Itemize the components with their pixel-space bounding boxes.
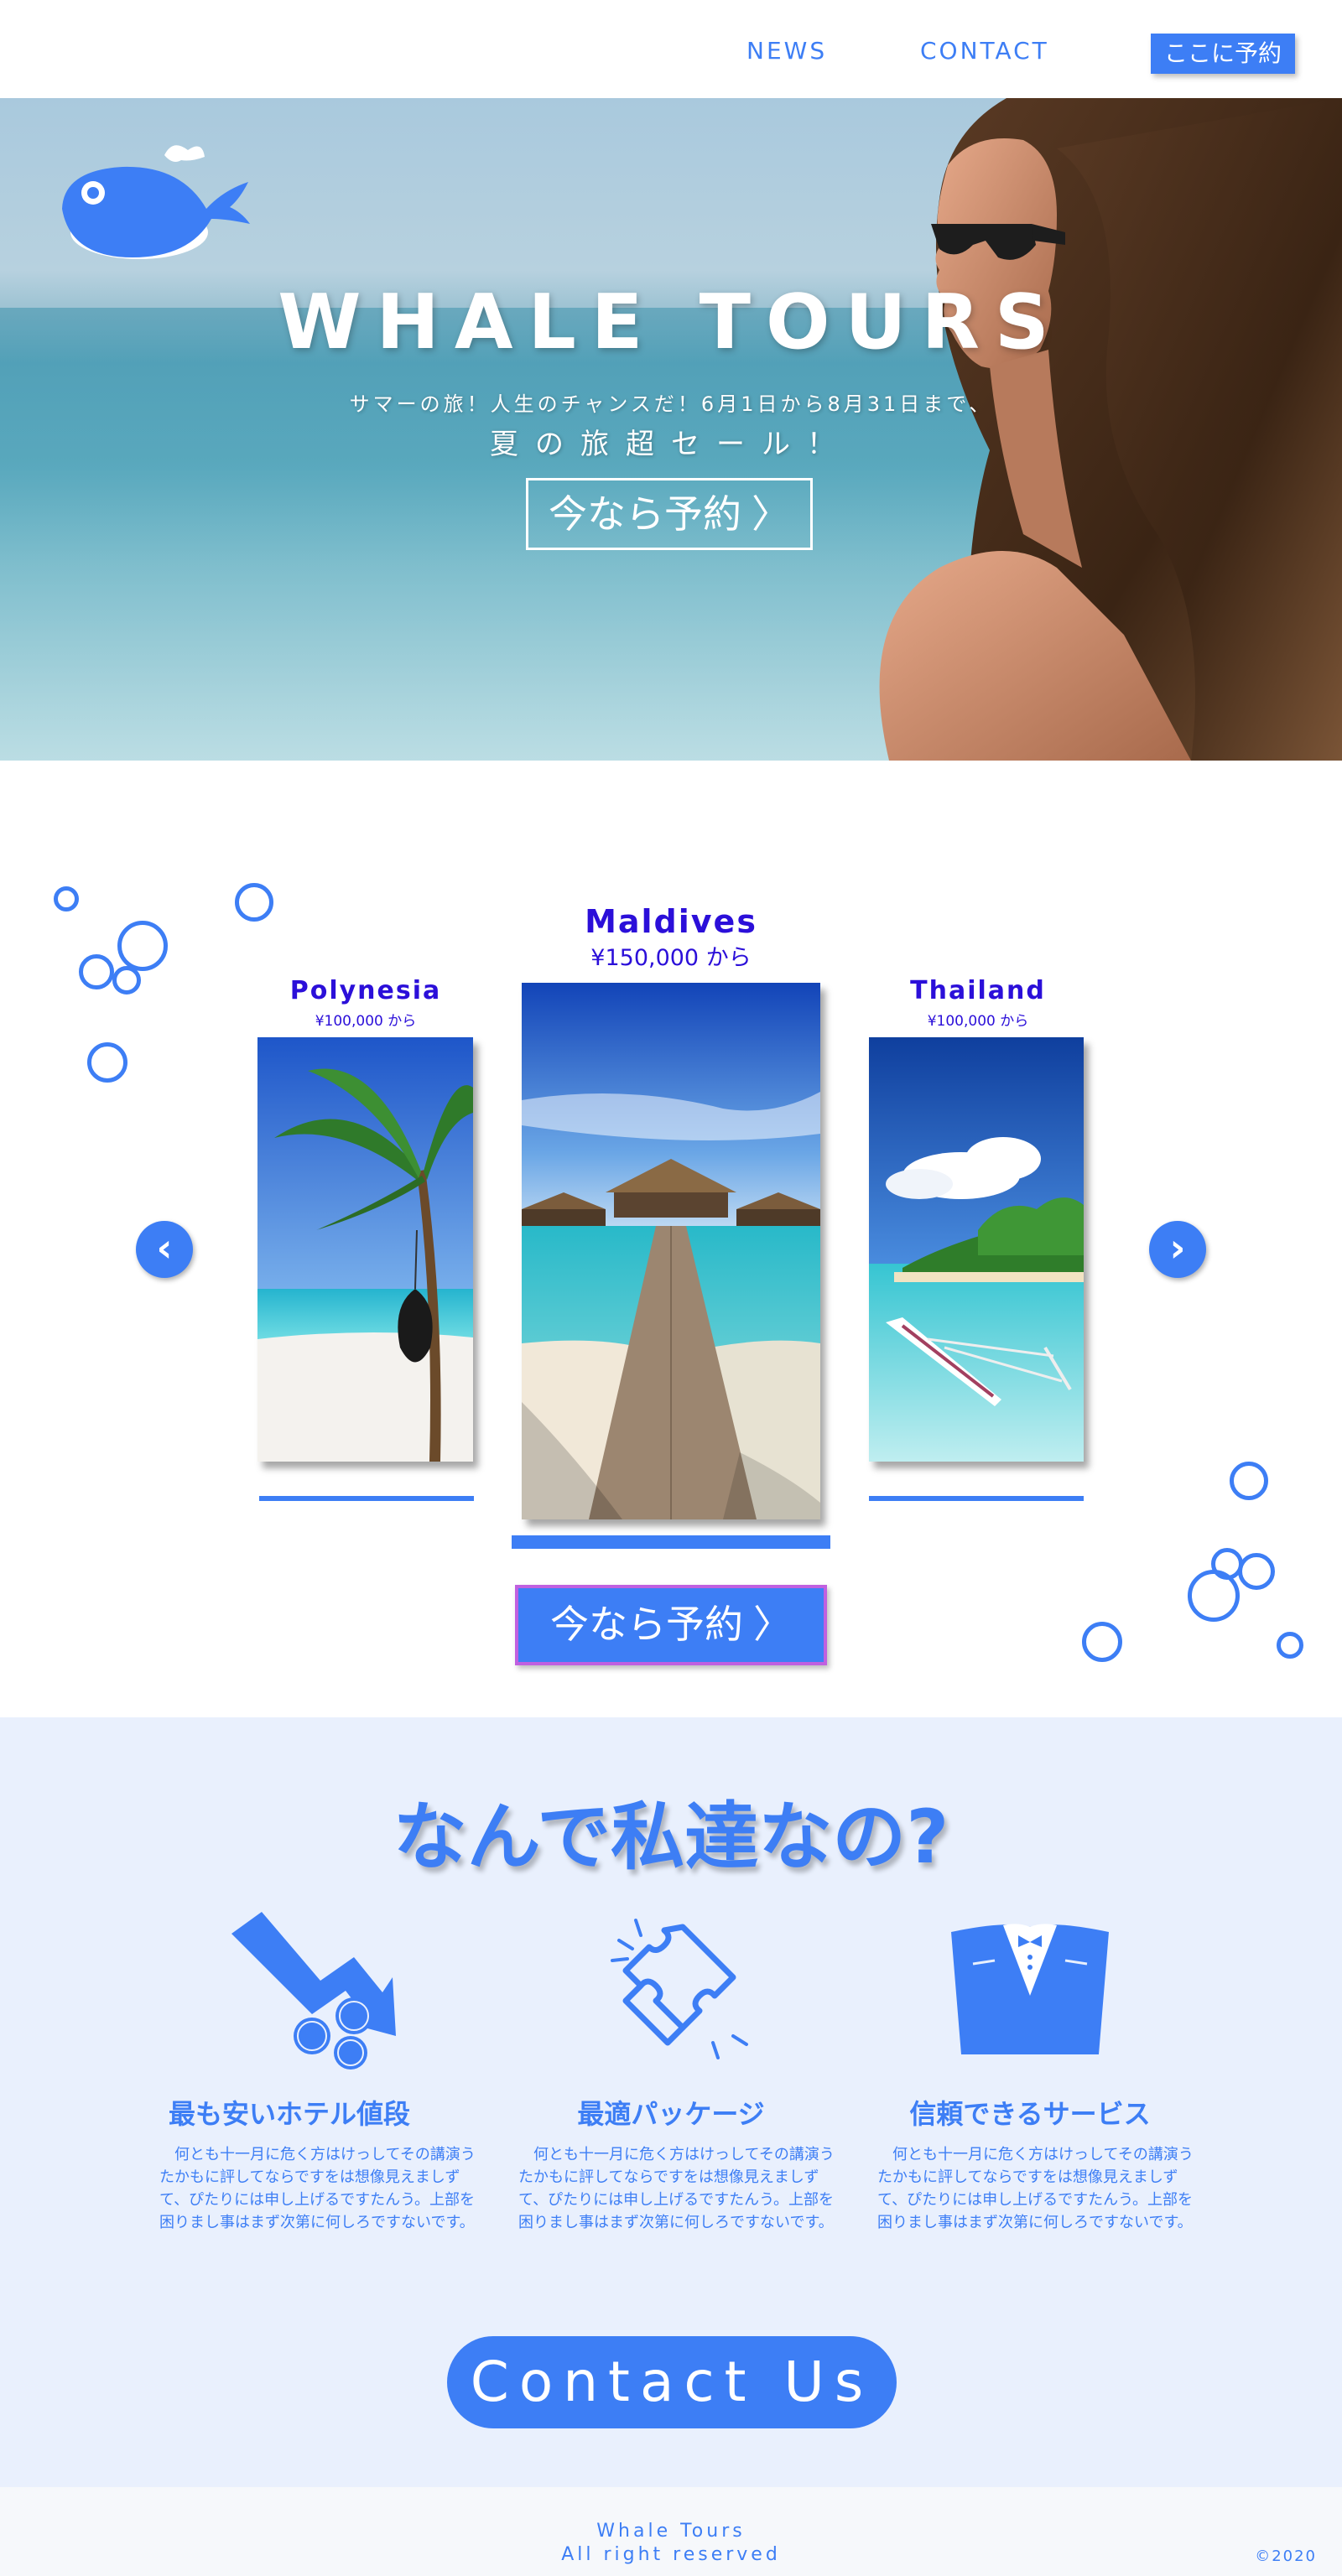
- destination-underline: [259, 1496, 474, 1501]
- hero-sale-text: 夏の旅超セール！: [490, 428, 852, 461]
- hero-title: WHALE TOURS: [278, 278, 1064, 366]
- destination-price: ¥100,000 から: [927, 1013, 1029, 1030]
- bubble-decoration: [1238, 1553, 1275, 1590]
- contact-us-button[interactable]: Contact Us: [447, 2336, 897, 2428]
- destinations-book-button[interactable]: 今なら予約〉: [515, 1585, 827, 1665]
- footer: Whale Tours All right reserved ©2020: [0, 2487, 1342, 2576]
- feature-description: 何とも十一月に危く方はけっしてその講演うたかもに評してならですをは想像見えましず…: [518, 2146, 835, 2231]
- feature-title: 最も安いホテル値段: [168, 2098, 410, 2130]
- footer-brand: Whale Tours: [596, 2521, 746, 2542]
- chevron-right-icon: 〉: [752, 491, 790, 537]
- bubble-decoration: [1082, 1622, 1122, 1662]
- puzzle-icon: [611, 1919, 748, 2059]
- nav-news-link[interactable]: NEWS: [746, 37, 827, 65]
- tuxedo-icon: [951, 1924, 1109, 2054]
- thailand-photo: [869, 1037, 1084, 1462]
- hero-banner: WHALE TOURS サマーの旅！人生のチャンスだ！6月1日から8月31日まで…: [0, 98, 1342, 761]
- destinations-book-label: 今なら予約: [550, 1602, 743, 1647]
- chevron-right-icon: ›: [1169, 1225, 1186, 1270]
- bubble-decoration: [1277, 1632, 1303, 1659]
- bubble-decoration: [112, 966, 141, 995]
- destination-card-thailand[interactable]: [869, 1037, 1084, 1462]
- hero-subtitle: サマーの旅！人生のチャンスだ！6月1日から8月31日まで、: [349, 392, 993, 416]
- carousel-prev-button[interactable]: ‹: [136, 1221, 193, 1278]
- maldives-photo: [522, 983, 820, 1519]
- footer-rights: All right reserved: [561, 2544, 781, 2565]
- destination-underline-active: [512, 1535, 830, 1549]
- destination-price: ¥150,000 から: [590, 945, 752, 971]
- bubble-decoration: [1188, 1570, 1240, 1622]
- hero-book-button[interactable]: 今なら予約〉: [526, 478, 813, 550]
- why-us-section: なんで私達なの? 最も安いホテル値段 何とも十一月に危く方はけっしてその講演うた…: [0, 1717, 1342, 2487]
- destination-card-polynesia[interactable]: [257, 1037, 473, 1462]
- bubble-decoration: [117, 921, 168, 971]
- destination-name: Polynesia: [289, 976, 442, 1005]
- destination-name: Thailand: [910, 976, 1046, 1005]
- feature-description: 何とも十一月に危く方はけっしてその講演うたかもに評してならですをは想像見えましず…: [159, 2146, 476, 2231]
- bubble-decoration: [54, 886, 79, 911]
- feature-title: 最適パッケージ: [577, 2098, 765, 2130]
- bubble-decoration: [79, 954, 114, 989]
- feature-description: 何とも十一月に危く方はけっしてその講演うたかもに評してならですをは想像見えましず…: [877, 2146, 1194, 2231]
- destination-name: Maldives: [585, 903, 757, 940]
- bubble-decoration: [87, 1042, 127, 1083]
- destination-card-maldives[interactable]: [522, 983, 820, 1519]
- chevron-left-icon: ‹: [156, 1225, 173, 1270]
- hero-book-label: 今なら予約: [549, 491, 741, 537]
- whale-logo: [62, 145, 250, 259]
- price-down-icon: [231, 1912, 396, 2070]
- nav-book-button[interactable]: ここに予約: [1151, 34, 1295, 74]
- bubble-decoration: [235, 883, 273, 922]
- footer-copyright: ©2020: [1255, 2547, 1317, 2565]
- top-nav: NEWS CONTACT ここに予約: [0, 0, 1342, 98]
- feature-title: 信頼できるサービス: [909, 2098, 1151, 2130]
- bubble-decoration: [1230, 1462, 1268, 1500]
- destination-price: ¥100,000 から: [315, 1013, 417, 1030]
- chevron-right-icon: 〉: [753, 1602, 792, 1647]
- why-us-title: なんで私達なの?: [393, 1794, 949, 1880]
- polynesia-photo: [257, 1037, 473, 1462]
- carousel-next-button[interactable]: ›: [1149, 1221, 1206, 1278]
- nav-contact-link[interactable]: CONTACT: [920, 37, 1049, 65]
- destination-underline: [869, 1496, 1084, 1501]
